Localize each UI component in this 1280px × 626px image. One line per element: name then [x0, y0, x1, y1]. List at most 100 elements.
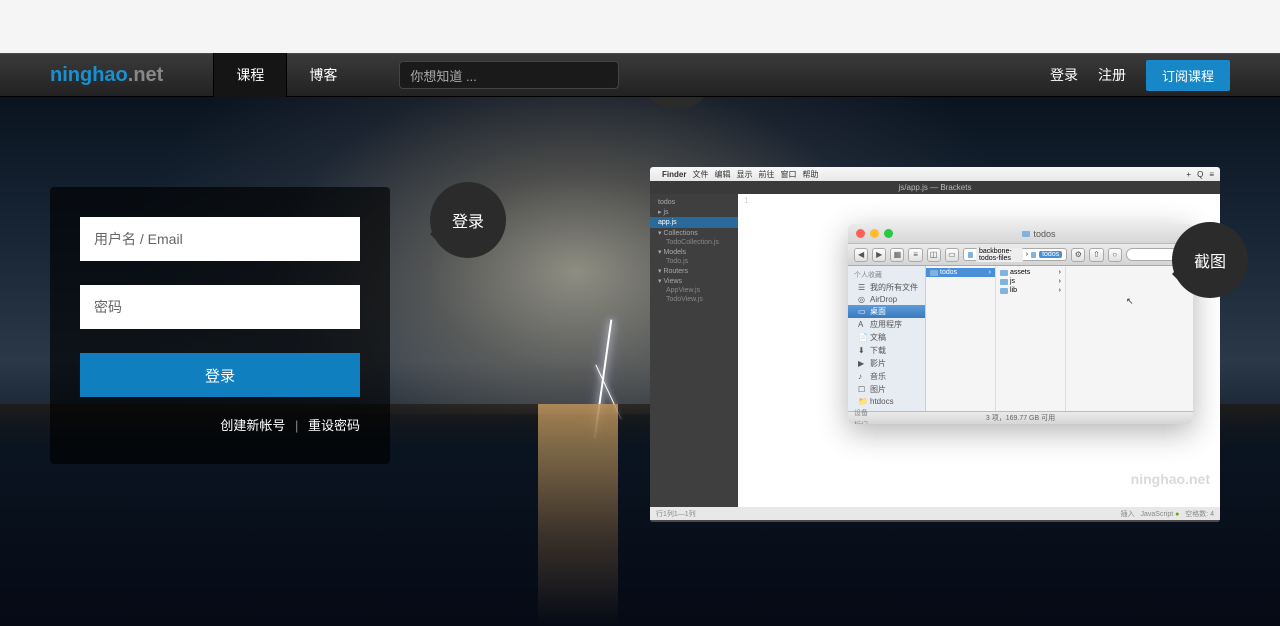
folder-icon: 📁	[858, 397, 867, 406]
line-number: 1	[738, 194, 1220, 207]
finder-titlebar: todos	[848, 224, 1193, 244]
cursor-icon: ↖	[1126, 296, 1134, 307]
reset-password-link[interactable]: 重设密码	[308, 418, 360, 433]
login-button[interactable]: 登录	[80, 353, 360, 397]
col2-item0: assets›	[996, 268, 1065, 277]
nav-register[interactable]: 注册	[1098, 65, 1126, 85]
fs-item5: ⬇下载	[848, 344, 925, 357]
view-list-button: ≡	[908, 248, 922, 262]
close-icon	[856, 229, 865, 238]
finder-title: todos	[893, 229, 1185, 239]
view-cover-button: ▭	[945, 248, 959, 262]
brackets-window: js/app.js — Brackets todos ▸ js app.js ▾…	[650, 181, 1220, 522]
finder-window: todos ◀ ▶ ▦ ≡ ◫ ▭ backbone-	[848, 224, 1193, 424]
finder-col1: todos›	[926, 266, 996, 411]
menubar-list-icon: ≡	[1209, 170, 1214, 179]
username-field[interactable]: 用户名 / Email	[80, 217, 360, 261]
brackets-title: js/app.js — Brackets	[650, 181, 1220, 194]
fwd-button: ▶	[872, 248, 886, 262]
view-icon-button: ▦	[890, 248, 904, 262]
col1-item0: todos›	[926, 268, 995, 277]
docs-icon: 📄	[858, 333, 867, 342]
fs-tag-head: 标记	[848, 419, 925, 424]
folder-icon	[1031, 252, 1036, 258]
form-links: 创建新帐号 | 重设密码	[80, 415, 360, 434]
bs-g1-item0: Todo.js	[650, 257, 738, 266]
status-right: 插入 JavaScript ● 空格数: 4	[1121, 509, 1214, 519]
nav-blog[interactable]: 博客	[287, 53, 359, 97]
desktop-icon: ▭	[858, 307, 867, 316]
fs-dev-head: 设备	[848, 407, 925, 419]
menu-file: 文件	[692, 169, 708, 180]
folder-icon	[968, 252, 973, 258]
hero: 搜索 登录 截图 用户名 / Email 密码 登录 创建新帐号 | 重设密码 …	[0, 97, 1280, 626]
logo-part1: ninghao	[50, 64, 128, 86]
bs-g1-head: ▾ Models	[650, 247, 738, 257]
search-input[interactable]: 你想知道 ...	[399, 61, 619, 89]
folder-icon	[1022, 231, 1030, 237]
brackets-sidebar: todos ▸ js app.js ▾ Collections TodoColl…	[650, 194, 738, 507]
chevron-right-icon: ›	[1026, 251, 1028, 258]
watermark-logo: ninghao.net	[1131, 471, 1210, 487]
menu-help: 帮助	[802, 169, 818, 180]
brackets-status: 行1列1—1列 插入 JavaScript ● 空格数: 4	[650, 507, 1220, 520]
finder-sidebar: 个人收藏 ☰我的所有文件 ◎AirDrop ▭桌面 A应用程序 📄文稿 ⬇下载 …	[848, 266, 926, 411]
bs-g3-item1: TodoView.js	[650, 295, 738, 304]
fs-item0: ☰我的所有文件	[848, 281, 925, 294]
finder-col2: assets› js› lib›	[996, 266, 1066, 411]
airdrop-icon: ◎	[858, 295, 867, 304]
logo[interactable]: ninghao.net	[50, 64, 163, 87]
back-button: ◀	[854, 248, 868, 262]
menu-finder: Finder	[662, 170, 686, 179]
bs-g2-head: ▾ Routers	[650, 266, 738, 276]
finder-toolbar: ◀ ▶ ▦ ≡ ◫ ▭ backbone-todos-files ›	[848, 244, 1193, 266]
bs-top1: todos	[650, 198, 738, 207]
navbar: ninghao.net 课程 博客 你想知道 ... 登录 注册 订阅课程	[0, 53, 1280, 97]
folder-icon	[1000, 288, 1008, 294]
apps-icon: A	[858, 320, 867, 329]
minimize-icon	[870, 229, 879, 238]
menu-go: 前往	[758, 169, 774, 180]
folder-icon	[930, 270, 938, 276]
bubble-login: 登录	[430, 182, 506, 258]
fs-item1: ◎AirDrop	[848, 294, 925, 305]
menu-view: 显示	[736, 169, 752, 180]
finder-columns: todos› assets› js› lib› ↖	[926, 266, 1193, 411]
path-seg1: todos	[1039, 251, 1062, 258]
login-form: 用户名 / Email 密码 登录 创建新帐号 | 重设密码	[50, 187, 390, 464]
movies-icon: ▶	[858, 359, 867, 368]
chevron-right-icon: ›	[1059, 278, 1061, 285]
create-account-link[interactable]: 创建新帐号	[220, 418, 285, 433]
password-field[interactable]: 密码	[80, 285, 360, 329]
fs-item9: 📁htdocs	[848, 396, 925, 407]
nav-login[interactable]: 登录	[1050, 65, 1078, 85]
nav-courses[interactable]: 课程	[213, 53, 287, 97]
bs-g0-item0: TodoCollection.js	[650, 238, 738, 247]
mac-menubar: Finder 文件 编辑 显示 前往 窗口 帮助 + Q ≡	[650, 167, 1220, 181]
downloads-icon: ⬇	[858, 346, 867, 355]
top-spacer	[0, 0, 1280, 53]
fs-item3: A应用程序	[848, 318, 925, 331]
fs-item8: ☐图片	[848, 383, 925, 396]
bs-g0-head: ▾ Collections	[650, 228, 738, 238]
folder-icon	[1000, 279, 1008, 285]
col2-item2: lib›	[996, 286, 1065, 295]
col2-item1: js›	[996, 277, 1065, 286]
chevron-right-icon: ›	[1059, 269, 1061, 276]
subscribe-button[interactable]: 订阅课程	[1146, 60, 1230, 91]
check-icon: ●	[1175, 511, 1179, 518]
share-button: ⇧	[1089, 248, 1103, 262]
chevron-right-icon: ›	[989, 269, 991, 276]
fs-item4: 📄文稿	[848, 331, 925, 344]
path-seg0: backbone-todos-files	[976, 248, 1023, 262]
view-col-button: ◫	[927, 248, 941, 262]
bs-g3-head: ▾ Views	[650, 276, 738, 286]
link-separator: |	[295, 418, 298, 433]
fs-item2: ▭桌面	[848, 305, 925, 318]
nav-right: 登录 注册 订阅课程	[1050, 60, 1230, 91]
chevron-right-icon: ›	[1059, 287, 1061, 294]
bs-active-file: app.js	[650, 217, 738, 228]
zoom-icon	[884, 229, 893, 238]
bubble-screenshot: 截图	[1172, 222, 1248, 298]
action-button: ⚙	[1071, 248, 1085, 262]
